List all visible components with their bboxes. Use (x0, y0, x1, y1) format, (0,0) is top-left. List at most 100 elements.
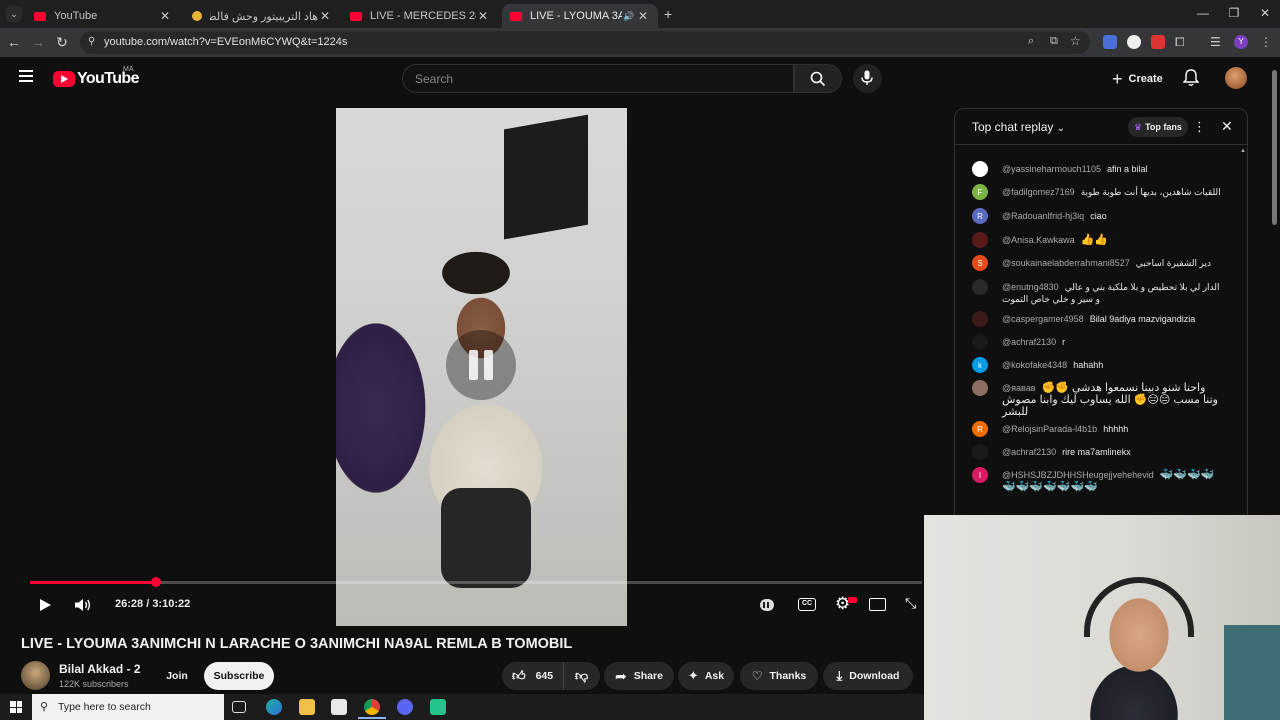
chat-scrollbar[interactable]: ▲ (1240, 148, 1246, 510)
file-explorer-icon[interactable] (299, 699, 315, 715)
browser-menu-icon[interactable]: ⋮ (1260, 35, 1274, 49)
share-button[interactable]: ➦ Share (604, 662, 674, 690)
chat-author-avatar[interactable]: k (972, 357, 988, 373)
chat-author-avatar[interactable]: R (972, 421, 988, 437)
close-icon[interactable]: ✕ (476, 9, 490, 23)
top-fans-button[interactable]: ♛ Top fans (1128, 117, 1188, 137)
video-player[interactable]: 26:28 / 3:10:22 CC ⚙ ⤡ (0, 100, 925, 628)
chat-author-name[interactable]: @fadilgomez7169 (1002, 187, 1075, 197)
voice-search-button[interactable] (853, 64, 882, 93)
like-button[interactable]: 👍︎ 645 (502, 662, 564, 690)
chat-author-name[interactable]: @achraf2130 (1002, 447, 1056, 457)
chat-author-name[interactable]: @enutng4830 (1002, 282, 1059, 292)
new-tab-icon[interactable]: + (664, 6, 672, 22)
scrubber-handle[interactable] (150, 577, 161, 587)
captions-icon[interactable]: CC (798, 598, 816, 611)
tab-search-icon[interactable]: ⌄ (6, 6, 22, 22)
store-icon[interactable] (331, 699, 347, 715)
tab-youtube[interactable]: YouTube ✕ (26, 4, 180, 28)
chat-author-name[interactable]: @яавав (1002, 383, 1035, 393)
chat-author-avatar[interactable]: R (972, 208, 988, 224)
taskbar-search-box[interactable]: ⚲ Type here to search (32, 694, 224, 720)
theater-mode-icon[interactable] (869, 598, 886, 611)
chat-author-name[interactable]: @soukainaelabderrahmani8527 (1002, 258, 1130, 268)
extension-icon[interactable] (1127, 35, 1141, 49)
channel-name[interactable]: Bilal Akkad - 2 (59, 662, 141, 676)
dislike-button[interactable]: 👎︎ (564, 668, 588, 684)
chat-author-avatar[interactable] (972, 334, 988, 350)
close-icon[interactable]: ✕ (636, 9, 650, 23)
chat-author-name[interactable]: @Anisa.Kawkawa (1002, 235, 1075, 245)
minimize-icon[interactable]: — (1188, 6, 1218, 20)
green-app-icon[interactable] (430, 699, 446, 715)
discord-app-icon[interactable] (397, 699, 413, 715)
windows-start-icon[interactable] (10, 701, 22, 713)
more-options-icon[interactable]: ⋮ (1193, 119, 1206, 135)
chat-author-name[interactable]: @kokofake4348 (1002, 360, 1067, 370)
restore-icon[interactable]: ❐ (1219, 6, 1249, 20)
tab-mercedes-live[interactable]: LIVE - MERCEDES 240 KHADAM ✕ (342, 4, 498, 28)
reload-icon[interactable]: ↻ (52, 34, 72, 51)
search-box[interactable] (402, 64, 794, 93)
chat-author-avatar[interactable] (972, 380, 988, 396)
hamburger-menu-icon[interactable] (19, 70, 33, 82)
address-bar[interactable]: ⚲ youtube.com/watch?v=EVEonM6CYWQ&t=1224… (80, 31, 1090, 54)
speaker-icon[interactable]: 🔊 (622, 11, 636, 22)
site-info-icon[interactable]: ⚲ (88, 36, 95, 47)
chat-author-avatar[interactable] (972, 161, 988, 177)
chat-author-avatar[interactable] (972, 444, 988, 460)
chat-author-name[interactable]: @yassineharmouch1105 (1002, 164, 1101, 174)
download-button[interactable]: ⤓ Download (823, 662, 913, 690)
bookmark-star-icon[interactable]: ☆ (1070, 34, 1081, 48)
back-arrow-icon[interactable]: ← (4, 34, 24, 50)
close-icon[interactable]: ✕ (318, 9, 332, 23)
close-icon[interactable]: ✕ (158, 9, 172, 23)
search-input[interactable] (403, 65, 793, 92)
chat-author-name[interactable]: @HSHSJBZJDHHSHeugejjvehehevid (1002, 470, 1154, 480)
pause-overlay-icon[interactable] (446, 330, 516, 400)
close-chat-icon[interactable]: ✕ (1221, 118, 1233, 135)
chat-author-avatar[interactable] (972, 279, 988, 295)
progress-bar[interactable] (30, 577, 922, 587)
install-icon[interactable]: ⧉ (1050, 35, 1058, 48)
create-button[interactable]: + Create (1104, 66, 1171, 92)
tab-lyouma-live[interactable]: LIVE - LYOUMA 3ANIMCHI N 🔊 ✕ (502, 4, 658, 28)
adblock-extension-icon[interactable] (1151, 35, 1165, 49)
video-frame[interactable] (336, 108, 627, 626)
account-avatar[interactable] (1225, 67, 1247, 89)
chat-author-name[interactable]: @RelojsinParada-l4b1b (1002, 424, 1097, 434)
chat-author-avatar[interactable] (972, 232, 988, 248)
play-icon[interactable] (38, 598, 52, 612)
autoplay-toggle-icon[interactable] (760, 599, 774, 611)
channel-avatar[interactable] (21, 661, 50, 690)
chat-author-name[interactable]: @caspergamer4958 (1002, 314, 1084, 324)
subscribe-button[interactable]: Subscribe (204, 662, 274, 690)
chat-author-avatar[interactable] (972, 311, 988, 327)
notifications-bell-icon[interactable] (1183, 69, 1199, 87)
chrome-browser-icon[interactable] (364, 699, 380, 715)
chat-author-avatar[interactable]: I (972, 467, 988, 483)
chat-mode-dropdown[interactable]: Top chat replay ⌄ (972, 120, 1065, 134)
youtube-logo[interactable]: YouTube MA (53, 66, 139, 88)
zoom-icon[interactable]: ⌕ (1028, 35, 1034, 48)
fullscreen-icon[interactable]: ⤡ (905, 595, 916, 612)
profile-avatar[interactable]: Y (1234, 35, 1248, 49)
chat-author-avatar[interactable]: S (972, 255, 988, 271)
join-button[interactable]: Join (155, 662, 199, 690)
page-scrollbar[interactable] (1272, 70, 1277, 225)
reading-list-icon[interactable]: ☰ (1210, 35, 1224, 49)
volume-icon[interactable] (74, 598, 92, 612)
translate-extension-icon[interactable] (1103, 35, 1117, 49)
ask-button[interactable]: ✦ Ask (678, 662, 734, 690)
tab-arabic-video[interactable]: هاد التريبيتور وحش فالطريق ✕ (184, 4, 340, 28)
task-view-icon[interactable] (232, 701, 246, 713)
puzzle-extensions-icon[interactable]: ⧠ (1175, 35, 1189, 49)
chat-author-avatar[interactable]: F (972, 184, 988, 200)
chat-author-name[interactable]: @achraf2130 (1002, 337, 1056, 347)
forward-arrow-icon[interactable]: → (28, 34, 48, 50)
edge-browser-icon[interactable] (266, 699, 282, 715)
chat-author-name[interactable]: @Radouanlfrid-hj3iq (1002, 211, 1084, 221)
window-close-icon[interactable]: ✕ (1250, 6, 1280, 20)
thanks-button[interactable]: ♡ Thanks (740, 662, 818, 690)
search-button[interactable] (794, 64, 842, 93)
